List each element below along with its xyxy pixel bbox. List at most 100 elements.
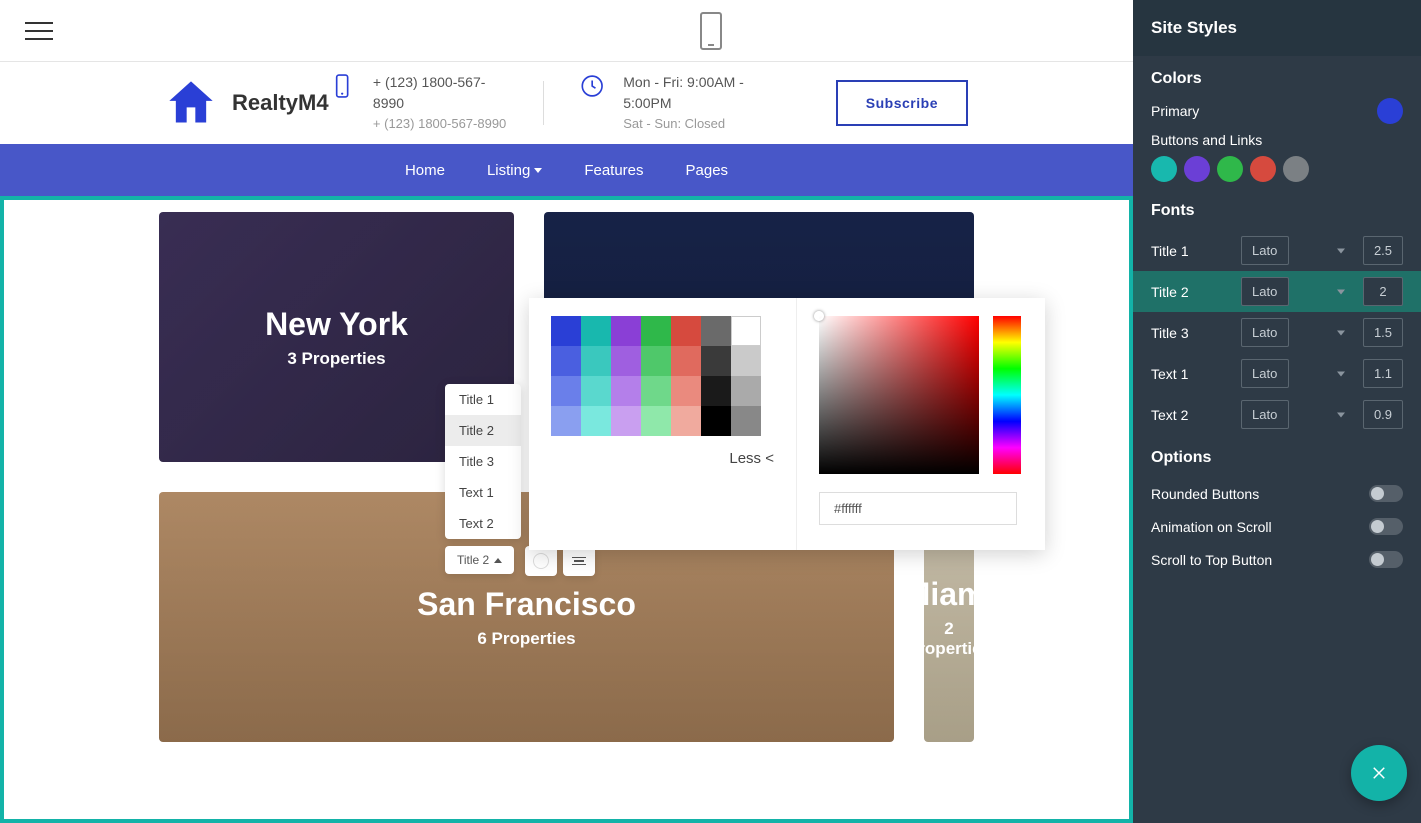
toggle-rounded-buttons[interactable] (1369, 485, 1403, 502)
colors-section: Colors Primary Buttons and Links (1133, 56, 1421, 182)
swatch[interactable] (701, 406, 731, 436)
swatch[interactable] (731, 376, 761, 406)
fonts-heading: Fonts (1133, 202, 1421, 220)
nav-pages[interactable]: Pages (686, 162, 729, 179)
swatch-green[interactable] (1217, 156, 1243, 182)
subscribe-button[interactable]: Subscribe (836, 80, 968, 126)
option-scroll-top: Scroll to Top Button (1133, 543, 1421, 576)
hours-text[interactable]: Mon - Fri: 9:00AM - 5:00PM Sat - Sun: Cl… (623, 72, 786, 134)
swatch[interactable] (551, 346, 581, 376)
swatch[interactable] (611, 406, 641, 436)
primary-color-swatch[interactable] (1377, 98, 1403, 124)
option-animation-scroll: Animation on Scroll (1133, 510, 1421, 543)
font-select[interactable]: Lato (1241, 277, 1289, 306)
card-title: New York (265, 306, 408, 343)
swatch[interactable] (641, 316, 671, 346)
swatch[interactable] (671, 376, 701, 406)
nav-listing-label: Listing (487, 162, 530, 179)
font-label: Title 1 (1151, 243, 1233, 259)
nav-listing[interactable]: Listing (487, 162, 542, 179)
card-subtitle: 3 Properties (287, 349, 385, 369)
swatch[interactable] (611, 376, 641, 406)
toggle-scroll-top[interactable] (1369, 551, 1403, 568)
font-size-input[interactable] (1363, 359, 1403, 388)
swatch-teal[interactable] (1151, 156, 1177, 182)
swatch[interactable] (671, 316, 701, 346)
font-label: Title 2 (1151, 284, 1233, 300)
swatch[interactable] (581, 346, 611, 376)
options-heading: Options (1133, 449, 1421, 467)
swatch[interactable] (641, 346, 671, 376)
site-header: RealtyM4 + (123) 1800-567-8990 + (123) 1… (0, 62, 1133, 144)
swatch[interactable] (581, 376, 611, 406)
font-select[interactable]: Lato (1241, 400, 1289, 429)
buttons-links-swatches (1151, 156, 1403, 182)
hue-strip[interactable] (993, 316, 1021, 474)
card-title: San Francisco (417, 586, 636, 623)
dd-text-1[interactable]: Text 1 (445, 477, 521, 508)
swatch-grey[interactable] (1283, 156, 1309, 182)
swatch[interactable] (641, 406, 671, 436)
swatch[interactable] (671, 346, 701, 376)
font-label: Text 2 (1151, 407, 1233, 423)
device-mobile-icon[interactable] (700, 12, 722, 50)
text-style-toggle[interactable]: Title 2 (445, 546, 514, 574)
less-toggle[interactable]: Less < (551, 450, 774, 467)
swatch[interactable] (551, 406, 581, 436)
swatch[interactable] (611, 346, 641, 376)
swatch[interactable] (701, 346, 731, 376)
primary-row: Primary (1151, 98, 1403, 124)
font-row-text-1: Text 1 Lato (1133, 353, 1421, 394)
swatch[interactable] (551, 316, 581, 346)
font-size-input[interactable] (1363, 236, 1403, 265)
swatch[interactable] (641, 376, 671, 406)
font-select[interactable]: Lato (1241, 236, 1289, 265)
hours-block: Mon - Fri: 9:00AM - 5:00PM Sat - Sun: Cl… (579, 72, 786, 134)
close-sidebar-button[interactable] (1351, 745, 1407, 801)
dd-title-2[interactable]: Title 2 (445, 415, 521, 446)
card-subtitle: 6 Properties (477, 629, 575, 649)
dd-title-3[interactable]: Title 3 (445, 446, 521, 477)
phone-text[interactable]: + (123) 1800-567-8990 + (123) 1800-567-8… (373, 72, 508, 134)
brand-name[interactable]: RealtyM4 (232, 90, 329, 116)
swatch[interactable] (671, 406, 701, 436)
toggle-animation-scroll[interactable] (1369, 518, 1403, 535)
swatch[interactable] (731, 346, 761, 376)
clock-icon (579, 72, 605, 100)
menu-hamburger-icon[interactable] (25, 16, 53, 46)
phone-icon (329, 72, 355, 100)
color-preview-icon (533, 553, 549, 569)
hex-input[interactable] (819, 492, 1017, 525)
swatch-red[interactable] (1250, 156, 1276, 182)
brand-wrap: RealtyM4 (165, 77, 329, 129)
swatch[interactable] (701, 316, 731, 346)
text-color-button[interactable] (525, 546, 557, 576)
text-align-button[interactable] (563, 546, 595, 576)
swatch[interactable] (731, 406, 761, 436)
font-size-input[interactable] (1363, 400, 1403, 429)
font-row-title-2: Title 2 Lato (1133, 271, 1421, 312)
swatch[interactable] (701, 376, 731, 406)
phone-block: + (123) 1800-567-8990 + (123) 1800-567-8… (329, 72, 508, 134)
font-label: Title 3 (1151, 325, 1233, 341)
swatch[interactable] (611, 316, 641, 346)
font-select[interactable]: Lato (1241, 318, 1289, 347)
nav-home[interactable]: Home (405, 162, 445, 179)
swatch[interactable] (581, 316, 611, 346)
card-subtitle: 2 Properties (924, 619, 974, 659)
dd-text-2[interactable]: Text 2 (445, 508, 521, 539)
font-size-input[interactable] (1363, 277, 1403, 306)
nav-features[interactable]: Features (584, 162, 643, 179)
sv-cursor-icon (814, 311, 824, 321)
font-select[interactable]: Lato (1241, 359, 1289, 388)
font-size-input[interactable] (1363, 318, 1403, 347)
swatch[interactable] (581, 406, 611, 436)
text-style-current: Title 2 (457, 553, 489, 567)
dd-title-1[interactable]: Title 1 (445, 384, 521, 415)
swatch-purple[interactable] (1184, 156, 1210, 182)
saturation-value-area[interactable] (819, 316, 979, 474)
font-row-title-3: Title 3 Lato (1133, 312, 1421, 353)
option-label: Rounded Buttons (1151, 486, 1259, 502)
swatch[interactable] (731, 316, 761, 346)
swatch[interactable] (551, 376, 581, 406)
